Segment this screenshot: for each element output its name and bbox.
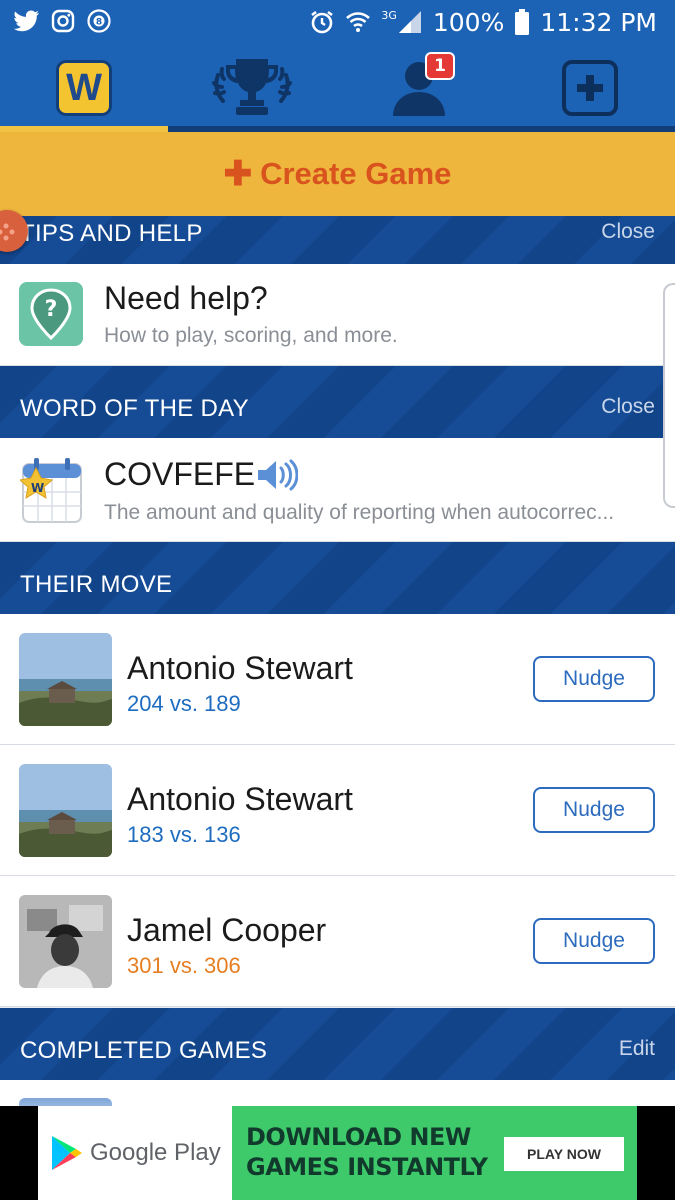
plus-icon bbox=[562, 60, 618, 116]
tab-games[interactable]: W bbox=[0, 44, 168, 132]
ad-creative[interactable]: DOWNLOAD NEW GAMES INSTANTLY PLAY NOW bbox=[232, 1106, 637, 1200]
tab-leaderboard[interactable] bbox=[168, 44, 336, 132]
google-play-label: Google Play bbox=[90, 1139, 221, 1166]
tab-new-game[interactable] bbox=[506, 44, 674, 132]
words-logo-icon: W bbox=[56, 60, 112, 116]
word-of-day-definition: The amount and quality of reporting when… bbox=[104, 501, 615, 524]
avatar bbox=[19, 895, 112, 988]
clock: 11:32 PM bbox=[540, 7, 657, 37]
their-move-header: THEIR MOVE bbox=[0, 542, 675, 614]
game-score: 204 vs. 189 bbox=[127, 691, 241, 716]
word-of-day-row[interactable]: W COVFEFE The amount and quality of repo… bbox=[0, 438, 675, 542]
calendar-icon bbox=[18, 456, 84, 528]
battery-icon bbox=[514, 9, 530, 35]
game-score: 301 vs. 306 bbox=[127, 953, 241, 978]
trophy-icon bbox=[208, 55, 296, 121]
create-game-label: Create Game bbox=[260, 156, 452, 191]
instagram-icon bbox=[50, 8, 76, 34]
tips-close-button[interactable]: Close bbox=[601, 220, 655, 244]
help-subtitle: How to play, scoring, and more. bbox=[104, 324, 398, 347]
svg-text:?: ? bbox=[45, 297, 58, 322]
word-of-day-header: WORD OF THE DAY Close bbox=[0, 366, 675, 438]
their-move-header-title: THEIR MOVE bbox=[20, 571, 173, 598]
game-score: 183 vs. 136 bbox=[127, 822, 241, 847]
ad-headline: DOWNLOAD NEW GAMES INSTANTLY bbox=[246, 1122, 496, 1182]
word-of-day-header-title: WORD OF THE DAY bbox=[20, 395, 249, 422]
game-row[interactable]: Antonio Stewart 204 vs. 189 Nudge bbox=[0, 614, 675, 745]
opponent-name: Jamel Cooper bbox=[127, 912, 327, 948]
avatar bbox=[19, 764, 112, 857]
completed-games-header: COMPLETED GAMES Edit bbox=[0, 1008, 675, 1080]
top-nav: W 1 bbox=[0, 44, 675, 132]
avatar bbox=[19, 633, 112, 726]
twitter-icon bbox=[14, 8, 40, 34]
word-of-day-close-button[interactable]: Close bbox=[601, 395, 655, 419]
ad-banner[interactable]: Google Play DOWNLOAD NEW GAMES INSTANTLY… bbox=[0, 1106, 675, 1200]
side-panel-handle[interactable] bbox=[663, 283, 675, 508]
alarm-icon bbox=[309, 9, 335, 35]
tips-header: TIPS AND HELP Close bbox=[0, 216, 675, 264]
completed-games-header-title: COMPLETED GAMES bbox=[20, 1037, 268, 1064]
ad-headline-line1: DOWNLOAD NEW bbox=[246, 1123, 471, 1151]
status-right: 3G 100% 11:32 PM bbox=[309, 4, 657, 40]
floating-gamepad-icon[interactable] bbox=[0, 210, 28, 252]
opponent-name: Antonio Stewart bbox=[127, 650, 353, 686]
play-now-button[interactable]: PLAY NOW bbox=[504, 1137, 624, 1171]
ad-headline-line2: GAMES INSTANTLY bbox=[246, 1153, 488, 1181]
game-row[interactable]: Jamel Cooper 301 vs. 306 Nudge bbox=[0, 876, 675, 1007]
tab-friends[interactable]: 1 bbox=[337, 44, 505, 132]
svg-text:8: 8 bbox=[96, 18, 102, 28]
help-row[interactable]: ? Need help? How to play, scoring, and m… bbox=[0, 264, 675, 366]
help-title: Need help? bbox=[104, 280, 268, 316]
game-row[interactable]: Antonio Stewart 183 vs. 136 Nudge bbox=[0, 745, 675, 876]
nudge-button[interactable]: Nudge bbox=[533, 787, 655, 833]
status-bar: 8 3G 100% 11:32 PM bbox=[0, 0, 675, 44]
calendar-badge-letter: W bbox=[31, 481, 45, 495]
google-play-badge[interactable]: Google Play bbox=[38, 1106, 232, 1200]
battery-percent: 100% bbox=[432, 7, 505, 37]
nudge-button[interactable]: Nudge bbox=[533, 656, 655, 702]
network-type-label: 3G bbox=[381, 8, 397, 22]
plus-icon: ✚ bbox=[223, 155, 253, 193]
tips-header-title: TIPS AND HELP bbox=[20, 220, 203, 247]
eight-ball-icon: 8 bbox=[86, 8, 112, 34]
create-game-button[interactable]: ✚ Create Game bbox=[0, 132, 675, 216]
wifi-icon bbox=[345, 9, 371, 35]
notification-badge: 1 bbox=[425, 52, 455, 80]
opponent-name: Antonio Stewart bbox=[127, 781, 353, 817]
completed-edit-button[interactable]: Edit bbox=[619, 1037, 655, 1061]
status-left-icons: 8 bbox=[14, 8, 112, 34]
speaker-icon[interactable] bbox=[256, 458, 299, 496]
signal-icon bbox=[397, 9, 423, 35]
help-question-icon: ? bbox=[19, 282, 83, 346]
nudge-button[interactable]: Nudge bbox=[533, 918, 655, 964]
word-of-day-word: COVFEFE bbox=[104, 456, 256, 492]
completed-game-row-partial[interactable] bbox=[0, 1080, 675, 1118]
google-play-icon bbox=[50, 1134, 84, 1172]
